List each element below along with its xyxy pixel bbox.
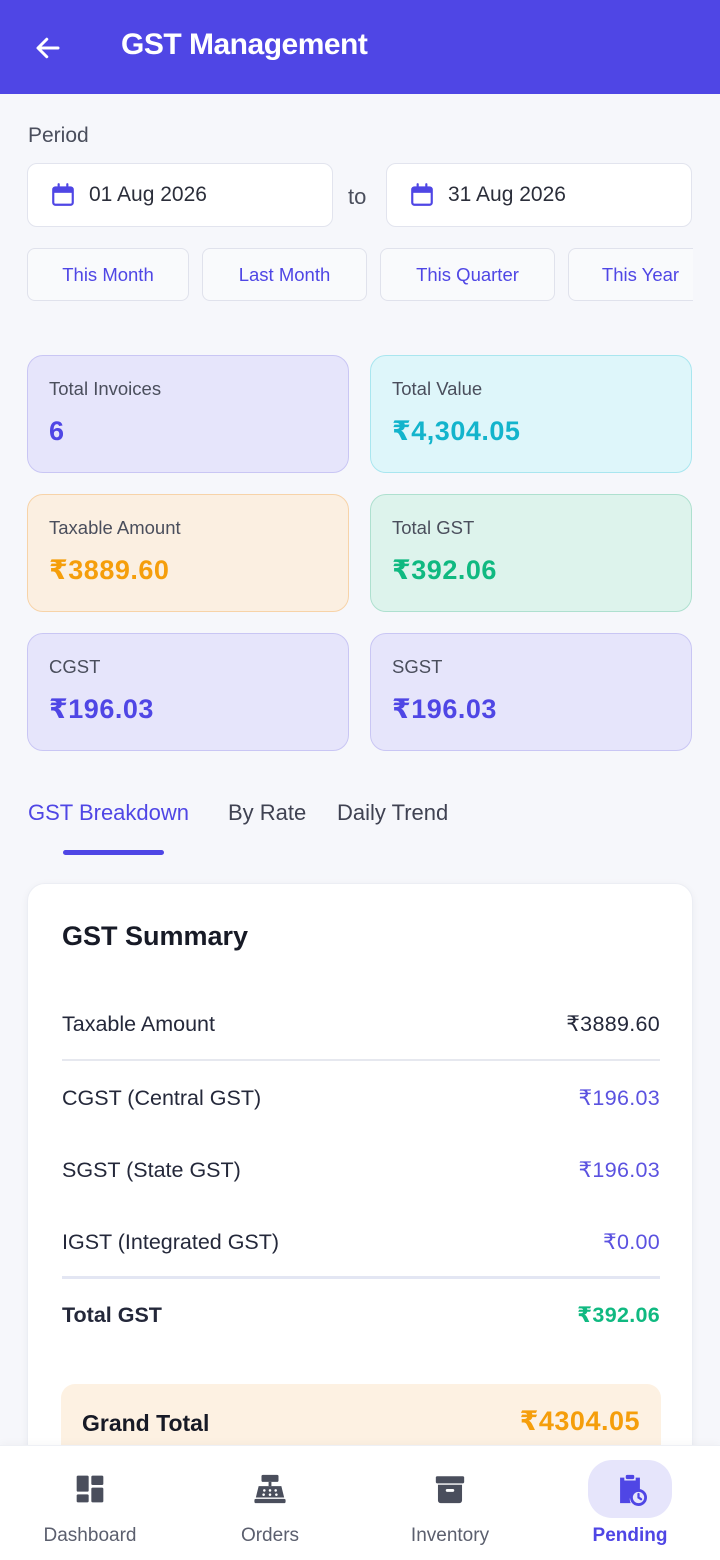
nav-label: Orders xyxy=(240,1525,300,1546)
card-title: GST Summary xyxy=(62,921,249,951)
row-amount: ₹3889.60 xyxy=(566,1012,660,1036)
nav-label: Dashboard xyxy=(43,1525,137,1546)
stat-total-gst: Total GST ₹392.06 xyxy=(370,494,692,612)
stat-label: CGST xyxy=(49,656,101,677)
period-label: Period xyxy=(28,124,89,147)
row-label: CGST (Central GST) xyxy=(62,1086,262,1110)
calendar-icon xyxy=(411,183,433,206)
chip-this-year[interactable]: This Year xyxy=(568,248,693,301)
stat-label: Total Invoices xyxy=(49,378,162,399)
chip-last-month[interactable]: Last Month xyxy=(202,248,367,301)
stat-value: ₹3889.60 xyxy=(49,555,170,585)
grand-total-label: Grand Total xyxy=(82,1410,210,1436)
to-label: to xyxy=(348,184,367,209)
nav-orders[interactable]: Orders xyxy=(180,1446,360,1560)
stat-taxable-amount: Taxable Amount ₹3889.60 xyxy=(27,494,349,612)
nav-dashboard[interactable]: Dashboard xyxy=(0,1446,180,1560)
stat-value: ₹392.06 xyxy=(392,555,497,585)
divider xyxy=(62,1059,660,1061)
tab-indicator xyxy=(63,850,164,855)
clipboard-clock-icon xyxy=(620,1474,647,1506)
summary-row-igst: IGST (Integrated GST) ₹0.00 xyxy=(62,1230,660,1255)
row-label: Taxable Amount xyxy=(62,1012,215,1036)
row-amount: ₹196.03 xyxy=(578,1158,660,1182)
stat-value: 6 xyxy=(49,416,65,446)
summary-row-total-gst: Total GST ₹392.06 xyxy=(62,1303,660,1328)
stat-label: SGST xyxy=(392,656,443,677)
stat-label: Total Value xyxy=(392,378,483,399)
dashboard-icon xyxy=(76,1475,104,1503)
tab-by-rate[interactable]: By Rate xyxy=(228,800,306,826)
row-amount: ₹392.06 xyxy=(577,1303,660,1327)
stat-total-invoices: Total Invoices 6 xyxy=(27,355,349,473)
row-label: SGST (State GST) xyxy=(62,1158,241,1182)
from-date-value: 01 Aug 2026 xyxy=(89,183,207,206)
stat-total-value: Total Value ₹4,304.05 xyxy=(370,355,692,473)
stat-value: ₹196.03 xyxy=(392,694,497,724)
arrow-left-icon xyxy=(36,37,60,59)
nav-pending[interactable]: Pending xyxy=(540,1446,720,1560)
row-label: Total GST xyxy=(62,1303,162,1327)
stat-value: ₹196.03 xyxy=(49,694,154,724)
summary-row-taxable: Taxable Amount ₹3889.60 xyxy=(62,1012,660,1037)
to-date-field[interactable]: 31 Aug 2026 xyxy=(386,163,692,227)
chip-this-month[interactable]: This Month xyxy=(27,248,189,301)
row-label: IGST (Integrated GST) xyxy=(62,1230,280,1254)
nav-inventory[interactable]: Inventory xyxy=(360,1446,540,1560)
stat-value: ₹4,304.05 xyxy=(392,416,521,446)
stat-cgst: CGST ₹196.03 xyxy=(27,633,349,751)
stat-label: Taxable Amount xyxy=(49,517,181,538)
tab-gst-breakdown[interactable]: GST Breakdown xyxy=(28,800,189,826)
summary-row-sgst: SGST (State GST) ₹196.03 xyxy=(62,1158,660,1183)
divider xyxy=(62,1276,660,1279)
row-amount: ₹196.03 xyxy=(578,1086,660,1110)
chip-this-quarter[interactable]: This Quarter xyxy=(380,248,555,301)
gst-summary-card: GST Summary Taxable Amount ₹3889.60 CGST… xyxy=(27,883,693,1503)
page-title: GST Management xyxy=(121,28,368,61)
archive-box-icon xyxy=(435,1476,465,1504)
cash-register-icon xyxy=(254,1474,286,1504)
summary-row-cgst: CGST (Central GST) ₹196.03 xyxy=(62,1086,660,1111)
row-amount: ₹0.00 xyxy=(602,1230,660,1254)
calendar-icon xyxy=(52,183,74,206)
to-date-value: 31 Aug 2026 xyxy=(448,183,566,206)
back-button[interactable] xyxy=(26,26,70,70)
bottom-navigation: Dashboard Orders Inventory Pending xyxy=(0,1445,720,1560)
quick-range-chips: This Month Last Month This Quarter This … xyxy=(0,240,693,310)
nav-label: Pending xyxy=(592,1525,668,1546)
nav-label: Inventory xyxy=(410,1525,490,1546)
app-bar: GST Management xyxy=(0,0,720,94)
from-date-field[interactable]: 01 Aug 2026 xyxy=(27,163,333,227)
tab-daily-trend[interactable]: Daily Trend xyxy=(337,800,448,826)
grand-total-amount: ₹4304.05 xyxy=(519,1406,640,1436)
stat-sgst: SGST ₹196.03 xyxy=(370,633,692,751)
stat-label: Total GST xyxy=(392,517,475,538)
